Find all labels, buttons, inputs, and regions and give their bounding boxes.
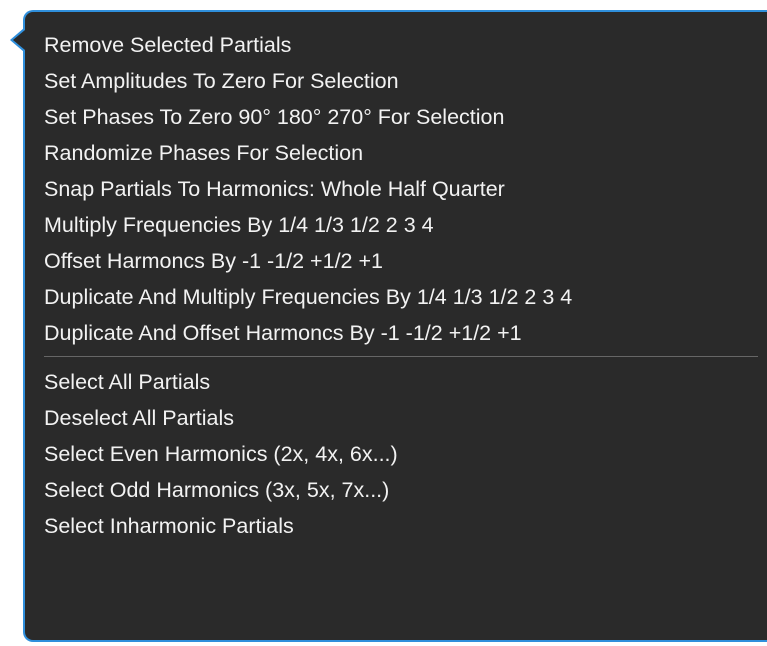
menu-separator	[44, 356, 758, 357]
popup-pointer-arrow-fill	[13, 30, 25, 50]
background-left	[0, 0, 10, 646]
menu-item-set-amplitudes-zero[interactable]: Set Amplitudes To Zero For Selection	[44, 64, 767, 100]
menu-item-select-all-partials[interactable]: Select All Partials	[44, 365, 767, 401]
menu-item-select-odd-harmonics[interactable]: Select Odd Harmonics (3x, 5x, 7x...)	[44, 473, 767, 509]
menu-item-randomize-phases[interactable]: Randomize Phases For Selection	[44, 136, 767, 172]
background-top	[0, 0, 767, 10]
menu-item-deselect-all-partials[interactable]: Deselect All Partials	[44, 401, 767, 437]
menu-item-multiply-frequencies[interactable]: Multiply Frequencies By 1/4 1/3 1/2 2 3 …	[44, 208, 767, 244]
menu-item-duplicate-offset-harmonics[interactable]: Duplicate And Offset Harmoncs By -1 -1/2…	[44, 316, 767, 352]
menu-item-remove-selected-partials[interactable]: Remove Selected Partials	[44, 28, 767, 64]
menu-item-set-phases-zero[interactable]: Set Phases To Zero 90° 180° 270° For Sel…	[44, 100, 767, 136]
menu-item-snap-partials-harmonics[interactable]: Snap Partials To Harmonics: Whole Half Q…	[44, 172, 767, 208]
menu-item-select-even-harmonics[interactable]: Select Even Harmonics (2x, 4x, 6x...)	[44, 437, 767, 473]
menu-item-duplicate-multiply-frequencies[interactable]: Duplicate And Multiply Frequencies By 1/…	[44, 280, 767, 316]
menu-item-offset-harmonics[interactable]: Offset Harmoncs By -1 -1/2 +1/2 +1	[44, 244, 767, 280]
context-menu: Remove Selected Partials Set Amplitudes …	[44, 28, 767, 545]
menu-item-select-inharmonic-partials[interactable]: Select Inharmonic Partials	[44, 509, 767, 545]
